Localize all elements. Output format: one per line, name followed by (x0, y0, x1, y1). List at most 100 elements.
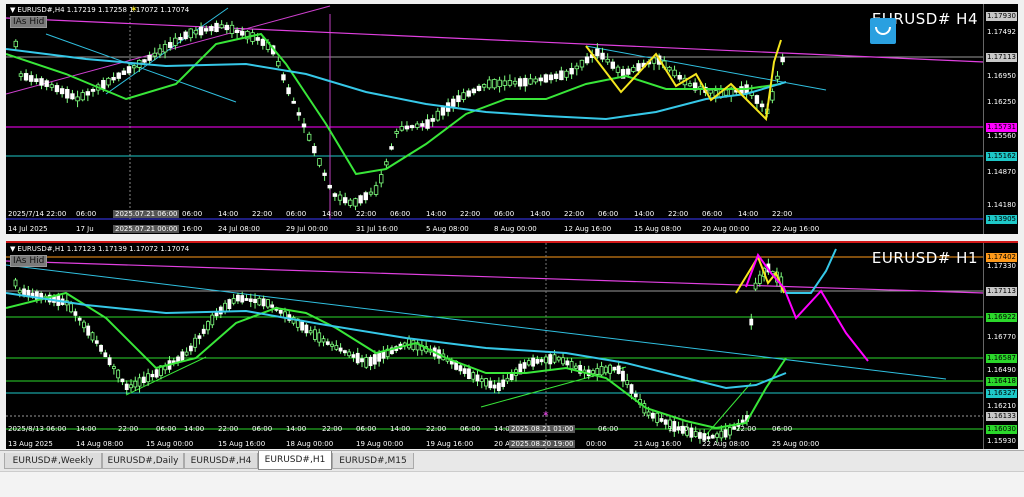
price-label: 1.14180 (987, 201, 1016, 209)
candle (86, 325, 91, 336)
candle (552, 354, 557, 363)
chart-menu-icon[interactable]: ▼ (10, 245, 15, 253)
candle (496, 382, 501, 392)
tab-eurusd-daily[interactable]: EURUSD#,Daily (102, 453, 184, 469)
candle (569, 67, 574, 75)
candle (101, 80, 106, 90)
chart-h1-price-axis[interactable]: 1.17402 1.17330 1.17113 1.16922 1.16770 1.165… (983, 243, 1018, 449)
candle (603, 366, 608, 374)
trend-line (6, 264, 947, 380)
candle (223, 302, 228, 312)
candle (18, 73, 24, 77)
chart-h1-plot[interactable]: ✶ (6, 243, 984, 449)
candle (404, 125, 410, 130)
candle (612, 366, 617, 371)
candle (554, 73, 559, 79)
chart-h4-plot[interactable]: ✶ (6, 4, 984, 234)
candle (276, 60, 281, 67)
time-label: 14:00 (218, 210, 239, 218)
candle (360, 358, 364, 363)
price-label: 1.16950 (987, 72, 1016, 80)
candle (142, 59, 147, 63)
candle (126, 66, 132, 74)
candle (99, 344, 103, 352)
candle (342, 197, 348, 204)
chart-h1[interactable]: ✶ ▼ EURUSD#,H1 1.17123 1.17139 1.17072 1.… (6, 241, 1018, 449)
candle (373, 185, 379, 195)
tab-eurusd-m15[interactable]: EURUSD#,M15 (332, 453, 414, 469)
candle (556, 356, 561, 361)
candle (69, 303, 74, 313)
candle (150, 373, 155, 378)
candle (351, 354, 356, 358)
candle (49, 84, 55, 88)
candle (116, 369, 121, 379)
candle (120, 378, 125, 383)
candle (467, 368, 471, 380)
chart-h4[interactable]: ✶ ▼ EURUSD#,H4 1.17219 1.17258 1.17072 1.… (6, 4, 1018, 234)
chart-h1-symbol-label: EURUSD# H1 (871, 249, 978, 267)
ias-hide-button[interactable]: IAs Hid (10, 255, 48, 267)
candle (561, 357, 565, 365)
marker-star: ✶ (542, 410, 550, 420)
candle (579, 59, 585, 68)
candle (154, 369, 159, 378)
candle (255, 37, 260, 41)
candle (754, 95, 760, 104)
time-label: 15 Aug 00:00 (146, 440, 194, 448)
candle (425, 119, 430, 129)
time-label: 2025.07.21 06:00 (113, 210, 180, 218)
candle (544, 356, 548, 364)
candle (327, 184, 332, 189)
candle (147, 54, 152, 61)
candle (240, 295, 245, 303)
candle (107, 357, 112, 366)
candle (244, 298, 249, 301)
price-label: 1.17492 (987, 28, 1016, 36)
time-label: 06:00 (252, 425, 273, 433)
candle (34, 78, 39, 83)
ias-hide-button[interactable]: IAs Hid (10, 16, 48, 28)
time-label: 19 Aug 00:00 (356, 440, 404, 448)
candle (184, 351, 189, 356)
time-label: 2025/8/13 06:00 (8, 425, 67, 433)
candle (505, 377, 510, 382)
candle (209, 26, 214, 32)
indicator-widget-icon[interactable] (870, 18, 896, 44)
chart-h4-header: ▼ EURUSD#,H4 1.17219 1.17258 1.17072 1.17… (10, 6, 189, 14)
candle (522, 362, 527, 369)
candle (301, 123, 307, 128)
candle (523, 77, 528, 87)
candle (167, 42, 173, 48)
candle (306, 133, 312, 141)
candle (116, 72, 121, 79)
candle (415, 123, 420, 128)
time-label: 15 Aug 08:00 (634, 225, 682, 233)
candle (629, 384, 634, 394)
candle (631, 67, 636, 72)
time-label: 22:00 (736, 425, 757, 433)
candle (636, 63, 641, 72)
price-label: 1.16418 (986, 377, 1017, 386)
candle (296, 112, 302, 116)
time-label: 14:00 (738, 210, 759, 218)
chart-h4-price-axis[interactable]: 1.17930 1.17492 1.17113 1.16950 1.16250 1.157… (983, 4, 1018, 234)
tab-eurusd-h1[interactable]: EURUSD#,H1 (258, 451, 332, 470)
candle (162, 44, 168, 53)
time-label: 14:00 (634, 210, 655, 218)
candle (502, 80, 507, 86)
candle (476, 85, 482, 91)
candle (780, 56, 785, 63)
candle (727, 427, 732, 436)
chart-menu-icon[interactable]: ▼ (10, 6, 15, 14)
candle (471, 372, 476, 380)
tab-eurusd-weekly[interactable]: EURUSD#,Weekly (4, 453, 102, 469)
candle (124, 383, 129, 390)
price-label: 1.15162 (986, 152, 1017, 161)
price-label: 1.17330 (987, 262, 1016, 270)
candle (173, 37, 178, 46)
candle (261, 298, 266, 307)
candle (325, 341, 330, 345)
candle (193, 337, 198, 348)
tab-eurusd-h4[interactable]: EURUSD#,H4 (184, 453, 258, 469)
